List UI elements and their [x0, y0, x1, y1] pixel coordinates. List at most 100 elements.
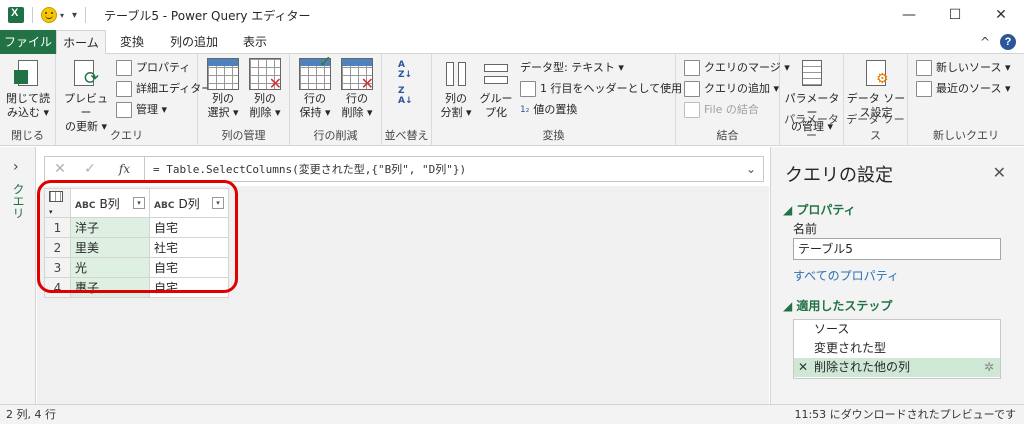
- recent-sources-icon: [916, 81, 932, 97]
- minimize-button[interactable]: —: [886, 0, 932, 30]
- filter-dropdown-icon[interactable]: ▾: [133, 197, 145, 209]
- group-combine: クエリのマージ ▾ クエリの追加 ▾ File の結合 結合: [676, 54, 790, 146]
- tab-view[interactable]: 表示: [232, 30, 278, 54]
- group-label-manage-columns: 列の管理: [221, 129, 266, 142]
- row-number[interactable]: 2: [44, 237, 71, 258]
- feedback-smiley-icon[interactable]: [41, 7, 57, 23]
- separator: [85, 7, 87, 23]
- append-queries-button[interactable]: クエリの追加 ▾: [684, 79, 779, 99]
- parameters-icon: [796, 58, 828, 90]
- ribbon: 閉じて読 み込む ▾ 閉じる ⟳ プレビュー の更新 ▾ プロパティ 詳細エディ…: [0, 54, 1024, 146]
- group-by-button[interactable]: グルー プ化: [476, 58, 516, 120]
- table-cell[interactable]: 洋子: [70, 217, 150, 238]
- table-cell[interactable]: 自宅: [149, 217, 229, 238]
- query-name-input[interactable]: テーブル5: [793, 238, 1001, 260]
- remove-columns-button[interactable]: 列の 削除 ▾: [244, 58, 286, 120]
- table-cell[interactable]: 自宅: [149, 277, 229, 298]
- replace-values-icon: 1₂: [520, 105, 530, 115]
- text-type-icon[interactable]: ABC: [154, 201, 174, 211]
- expand-queries-pane-icon[interactable]: ›: [13, 159, 19, 175]
- new-source-button[interactable]: 新しいソース ▾: [916, 58, 1010, 78]
- all-properties-link[interactable]: すべてのプロパティ: [793, 267, 899, 284]
- table-cell[interactable]: 自宅: [149, 257, 229, 278]
- manage-icon: [116, 102, 132, 118]
- combine-files-button[interactable]: File の結合: [684, 100, 759, 120]
- expand-formula-icon[interactable]: ⌄: [739, 162, 763, 176]
- refresh-preview-button[interactable]: ⟳ プレビュー の更新 ▾: [60, 58, 112, 134]
- new-source-icon: [916, 60, 932, 76]
- group-label-reduce-rows: 行の削減: [313, 129, 358, 142]
- formula-input[interactable]: = Table.SelectColumns(変更された型,{"B列", "D列"…: [145, 161, 739, 177]
- table-cell[interactable]: 里美: [70, 237, 150, 258]
- keep-rows-button[interactable]: 行の 保持 ▾: [294, 55, 336, 120]
- data-source-settings-icon: ⚙: [860, 58, 892, 90]
- group-label-query: クエリ: [110, 129, 143, 142]
- help-icon[interactable]: ?: [1000, 34, 1016, 50]
- chevron-down-icon[interactable]: ▾: [60, 11, 64, 20]
- quick-access-customize-icon[interactable]: ▾: [72, 10, 77, 21]
- table-row: 1 洋子 自宅: [44, 217, 229, 238]
- table-menu-button[interactable]: ▾: [44, 188, 71, 218]
- table-cell[interactable]: 惠子: [70, 277, 150, 298]
- group-label-new-query: 新しいクエリ: [933, 129, 999, 142]
- applied-steps-header[interactable]: ◢ 適用したステップ: [783, 297, 892, 314]
- maximize-button[interactable]: ☐: [932, 0, 978, 30]
- separator: [32, 7, 33, 23]
- filter-dropdown-icon[interactable]: ▾: [212, 197, 224, 209]
- use-first-row-as-headers-button[interactable]: 1 行目をヘッダーとして使用 ▾: [520, 79, 691, 99]
- step-item[interactable]: 変更された型: [794, 339, 1000, 358]
- fx-icon[interactable]: fx: [105, 157, 145, 181]
- text-type-icon[interactable]: ABC: [75, 201, 95, 211]
- close-window-button[interactable]: ✕: [978, 0, 1024, 30]
- combine-files-icon: [684, 102, 700, 118]
- step-settings-icon[interactable]: ✲: [984, 358, 994, 377]
- table-cell[interactable]: 社宅: [149, 237, 229, 258]
- data-type-dropdown[interactable]: データ型: テキスト ▾: [520, 58, 624, 78]
- column-header-d[interactable]: ABC D列 ▾: [149, 188, 229, 218]
- title-bar: ▾ ▾ テーブル5 - Power Query エディター — ☐ ✕: [0, 0, 1024, 30]
- group-data-sources: ⚙ データ ソー ス設定 データ ソース: [844, 54, 908, 146]
- tab-transform[interactable]: 変換: [108, 30, 156, 54]
- query-settings-title: クエリの設定: [785, 165, 893, 186]
- cancel-formula-icon[interactable]: ✕: [45, 161, 75, 177]
- tab-home[interactable]: ホーム: [56, 30, 106, 55]
- properties-section-header[interactable]: ◢ プロパティ: [783, 201, 856, 218]
- choose-columns-button[interactable]: 列の 選択 ▾: [202, 58, 244, 120]
- row-number[interactable]: 3: [44, 257, 71, 278]
- table-cell[interactable]: 光: [70, 257, 150, 278]
- manage-button[interactable]: 管理 ▾: [116, 100, 167, 120]
- properties-button[interactable]: プロパティ: [116, 58, 190, 78]
- tab-add-column[interactable]: 列の追加: [158, 30, 230, 54]
- delete-step-icon[interactable]: ✕: [798, 358, 808, 377]
- group-transform: 列の 分割 ▾ グルー プ化 データ型: テキスト ▾ 1 行目をヘッダーとして…: [432, 54, 691, 146]
- close-and-load-icon: [12, 58, 44, 90]
- step-item-selected[interactable]: ✕ 削除された他の列 ✲: [794, 358, 1000, 377]
- formula-bar: ✕ ✓ fx = Table.SelectColumns(変更された型,{"B列…: [44, 156, 764, 182]
- remove-rows-button[interactable]: 行の 削除 ▾: [336, 58, 378, 120]
- group-by-icon: [480, 58, 512, 90]
- column-header-b[interactable]: ABC B列 ▾: [70, 188, 150, 218]
- group-parameters: パラメーター の管理 ▾ パラメーター: [780, 54, 844, 146]
- sort-ascending-button[interactable]: A Z↓: [398, 60, 412, 80]
- status-row-column-count: 2 列, 4 行: [6, 408, 56, 421]
- step-item[interactable]: ソース: [794, 320, 1000, 339]
- status-preview-time: 11:53 にダウンロードされたプレビューです: [794, 408, 1016, 421]
- collapse-ribbon-icon[interactable]: ^: [980, 35, 990, 49]
- group-reduce-rows: 行の 保持 ▾ 行の 削除 ▾ 行の削減: [290, 54, 382, 146]
- row-number[interactable]: 1: [44, 217, 71, 238]
- group-sort: A Z↓ Z A↓ 並べ替え: [382, 54, 432, 146]
- replace-values-button[interactable]: 1₂ 値の置換: [520, 100, 577, 120]
- split-column-button[interactable]: 列の 分割 ▾: [436, 58, 476, 120]
- group-label-combine: 結合: [716, 129, 739, 142]
- data-table: ▾ ABC B列 ▾ ABC D列 ▾ 1 洋子 自宅 2 里美 社宅 3 光 …: [44, 188, 229, 298]
- queries-pane-label[interactable]: クエリ: [10, 183, 27, 219]
- close-pane-icon[interactable]: ✕: [993, 163, 1006, 182]
- close-and-load-button[interactable]: 閉じて読 み込む ▾: [2, 58, 54, 120]
- commit-formula-icon[interactable]: ✓: [75, 161, 105, 177]
- merge-queries-button[interactable]: クエリのマージ ▾: [684, 58, 790, 78]
- tab-file[interactable]: ファイル: [0, 30, 56, 54]
- row-number[interactable]: 4: [44, 277, 71, 298]
- table-row: 4 惠子 自宅: [44, 277, 229, 298]
- recent-sources-button[interactable]: 最近のソース ▾: [916, 79, 1010, 99]
- sort-descending-button[interactable]: Z A↓: [398, 86, 413, 106]
